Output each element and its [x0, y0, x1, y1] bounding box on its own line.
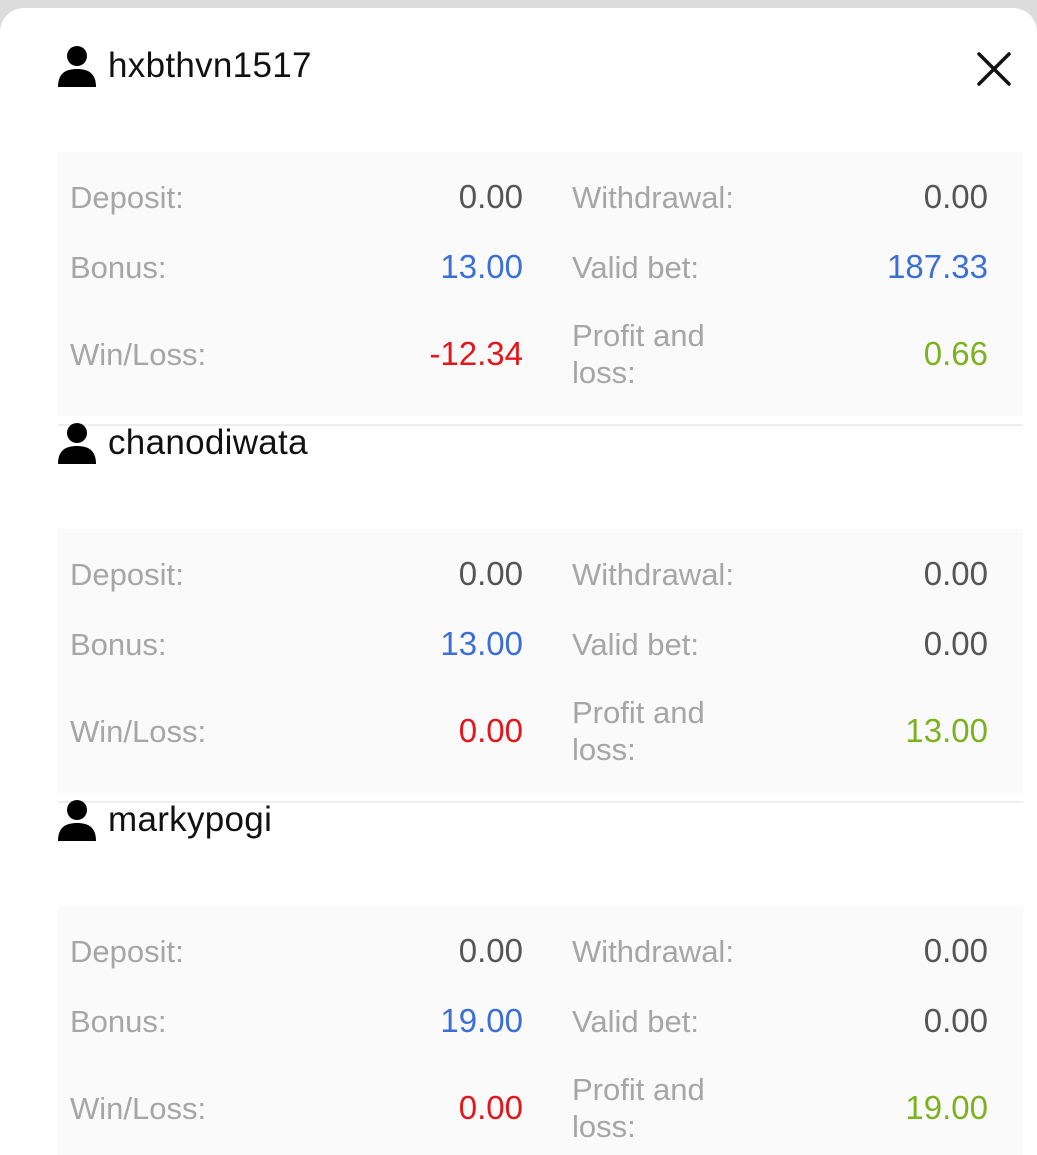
profit-loss-label: Profit and loss:	[572, 1072, 705, 1144]
user-header: markypogi	[58, 790, 1023, 850]
username: markypogi	[108, 800, 273, 839]
user-card: markypogi Deposit: 0.00 Withdrawal: 0.00…	[58, 790, 1023, 1155]
valid-bet-stat: Valid bet: 0.00	[560, 625, 1023, 663]
withdrawal-value: 0.00	[923, 178, 988, 215]
user-icon	[58, 46, 96, 87]
valid-bet-value: 0.00	[923, 1002, 988, 1039]
withdrawal-label: Withdrawal:	[572, 556, 734, 592]
valid-bet-value: 187.33	[887, 248, 988, 285]
withdrawal-label: Withdrawal:	[572, 179, 734, 215]
deposit-label: Deposit:	[70, 556, 184, 592]
stats-panel: Deposit: 0.00 Withdrawal: 0.00 Bonus: 19…	[58, 906, 1023, 1155]
withdrawal-value: 0.00	[923, 932, 988, 969]
user-icon	[58, 800, 96, 841]
profit-loss-stat: Profit and loss: 0.66	[560, 317, 1023, 391]
bonus-stat: Bonus: 13.00	[58, 625, 560, 663]
user-card: hxbthvn1517 Deposit: 0.00 Withdrawal: 0.…	[58, 36, 1023, 426]
withdrawal-stat: Withdrawal: 0.00	[560, 555, 1023, 593]
win-loss-label: Win/Loss:	[70, 336, 207, 372]
bonus-value: 13.00	[440, 625, 523, 662]
user-icon	[58, 423, 96, 464]
profit-loss-stat: Profit and loss: 13.00	[560, 694, 1023, 768]
withdrawal-value: 0.00	[923, 555, 988, 592]
valid-bet-stat: Valid bet: 187.33	[560, 248, 1023, 286]
deposit-stat: Deposit: 0.00	[58, 932, 560, 970]
deposit-label: Deposit:	[70, 933, 184, 969]
valid-bet-label: Valid bet:	[572, 249, 699, 285]
bonus-value: 13.00	[440, 248, 523, 285]
deposit-value: 0.00	[458, 555, 523, 592]
profit-loss-value: 0.66	[923, 335, 988, 372]
win-loss-value: -12.34	[429, 335, 523, 372]
bonus-label: Bonus:	[70, 1003, 167, 1039]
withdrawal-label: Withdrawal:	[572, 933, 734, 969]
user-header: hxbthvn1517	[58, 36, 1023, 96]
valid-bet-stat: Valid bet: 0.00	[560, 1002, 1023, 1040]
profit-loss-value: 19.00	[905, 1089, 988, 1126]
profit-loss-stat: Profit and loss: 19.00	[560, 1071, 1023, 1145]
deposit-stat: Deposit: 0.00	[58, 555, 560, 593]
user-stats-sheet: hxbthvn1517 Deposit: 0.00 Withdrawal: 0.…	[0, 8, 1037, 1155]
bonus-label: Bonus:	[70, 249, 167, 285]
win-loss-value: 0.00	[458, 712, 523, 749]
win-loss-label: Win/Loss:	[70, 1090, 207, 1126]
win-loss-label: Win/Loss:	[70, 713, 207, 749]
withdrawal-stat: Withdrawal: 0.00	[560, 932, 1023, 970]
bonus-value: 19.00	[440, 1002, 523, 1039]
valid-bet-value: 0.00	[923, 625, 988, 662]
stats-panel: Deposit: 0.00 Withdrawal: 0.00 Bonus: 13…	[58, 152, 1023, 416]
username: hxbthvn1517	[108, 46, 312, 85]
user-card: chanodiwata Deposit: 0.00 Withdrawal: 0.…	[58, 413, 1023, 803]
username: chanodiwata	[108, 423, 308, 462]
win-loss-stat: Win/Loss: 0.00	[58, 712, 560, 750]
bonus-label: Bonus:	[70, 626, 167, 662]
profit-loss-value: 13.00	[905, 712, 988, 749]
deposit-value: 0.00	[458, 178, 523, 215]
profit-loss-label: Profit and loss:	[572, 695, 705, 767]
stats-panel: Deposit: 0.00 Withdrawal: 0.00 Bonus: 13…	[58, 529, 1023, 793]
bonus-stat: Bonus: 13.00	[58, 248, 560, 286]
win-loss-value: 0.00	[458, 1089, 523, 1126]
valid-bet-label: Valid bet:	[572, 1003, 699, 1039]
profit-loss-label: Profit and loss:	[572, 318, 705, 390]
win-loss-stat: Win/Loss: -12.34	[58, 335, 560, 373]
withdrawal-stat: Withdrawal: 0.00	[560, 178, 1023, 216]
deposit-value: 0.00	[458, 932, 523, 969]
bonus-stat: Bonus: 19.00	[58, 1002, 560, 1040]
deposit-label: Deposit:	[70, 179, 184, 215]
valid-bet-label: Valid bet:	[572, 626, 699, 662]
win-loss-stat: Win/Loss: 0.00	[58, 1089, 560, 1127]
deposit-stat: Deposit: 0.00	[58, 178, 560, 216]
user-header: chanodiwata	[58, 413, 1023, 473]
